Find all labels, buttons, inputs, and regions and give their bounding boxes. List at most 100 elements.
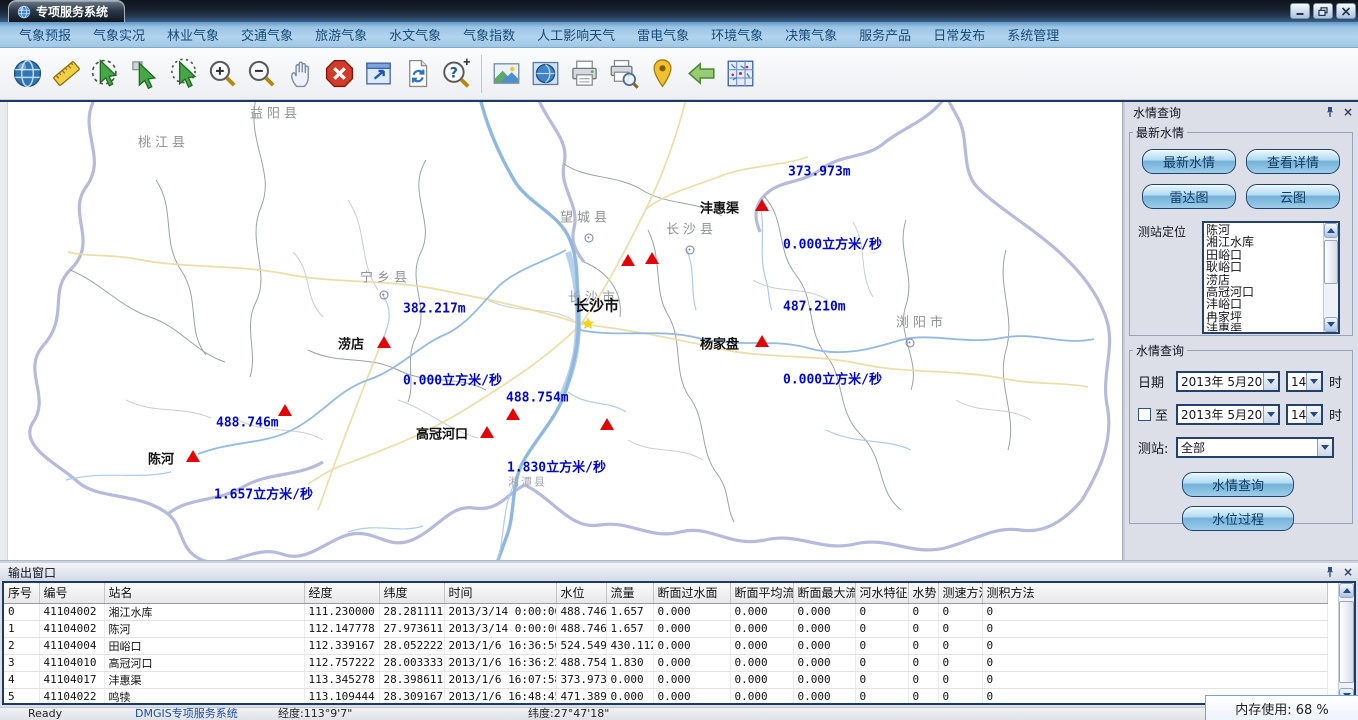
pin-icon[interactable] [1324, 106, 1336, 119]
overview-map-icon[interactable] [526, 53, 565, 95]
locate-pin-icon[interactable] [643, 53, 682, 95]
station-combo[interactable]: 全部 [1176, 437, 1334, 458]
table-scrollbar[interactable] [1338, 583, 1354, 703]
column-header[interactable]: 断面最大流 [793, 583, 855, 603]
print-icon[interactable] [565, 53, 604, 95]
station-triangle-marker[interactable] [600, 418, 614, 430]
to-checkbox[interactable] [1138, 408, 1151, 421]
table-row[interactable]: 141104002陈河112.14777827.9736112013/3/14 … [4, 620, 1327, 637]
close-button[interactable] [1336, 3, 1356, 19]
dropdown-arrow-icon[interactable] [1306, 373, 1321, 390]
menu-item-7[interactable]: 气象指数 [452, 25, 526, 44]
listbox-item[interactable]: 湘江水库 [1206, 236, 1321, 248]
grid-map-icon[interactable] [721, 53, 760, 95]
select-arrow-icon[interactable] [125, 53, 164, 95]
menu-item-8[interactable]: 人工影响天气 [526, 25, 626, 44]
panel-close-icon[interactable]: × [1342, 106, 1354, 119]
end-date-combo[interactable]: 2013年 5月20日 [1176, 404, 1280, 425]
menu-item-5[interactable]: 旅游气象 [304, 25, 378, 44]
station-triangle-marker[interactable] [278, 404, 292, 416]
scroll-down-icon[interactable] [1324, 317, 1338, 332]
column-header[interactable]: 流量 [606, 583, 653, 603]
scroll-up-icon[interactable] [1339, 583, 1354, 598]
full-extent-icon[interactable] [359, 53, 398, 95]
menu-item-13[interactable]: 日常发布 [922, 25, 996, 44]
zoom-out-icon[interactable] [242, 53, 281, 95]
refresh-page-icon[interactable] [398, 53, 437, 95]
table-row[interactable]: 541104022鸣犊113.10944428.3091672013/1/6 1… [4, 688, 1327, 705]
table-row[interactable]: 241104004田峪口112.33916728.0522222013/1/6 … [4, 637, 1327, 654]
column-header[interactable]: 水势 [908, 583, 938, 603]
select-feature-icon[interactable] [86, 53, 125, 95]
scroll-thumb[interactable] [1324, 240, 1338, 284]
print-preview-icon[interactable] [604, 53, 643, 95]
column-header[interactable]: 序号 [4, 583, 39, 603]
end-hour-combo[interactable]: 14 [1286, 404, 1323, 425]
station-triangle-marker[interactable] [755, 199, 769, 211]
station-triangle-marker[interactable] [755, 335, 769, 347]
menu-item-6[interactable]: 水文气象 [378, 25, 452, 44]
listbox-item[interactable]: 沣惠渠 [1206, 323, 1321, 331]
column-header[interactable]: 时间 [444, 583, 556, 603]
column-header[interactable]: 经度 [304, 583, 379, 603]
zoom-in-icon[interactable] [203, 53, 242, 95]
water-query-button[interactable]: 水情查询 [1182, 472, 1294, 497]
listbox-item[interactable]: 沣峪口 [1206, 298, 1321, 310]
dropdown-arrow-icon[interactable] [1263, 406, 1278, 423]
radar-image-button[interactable]: 雷达图 [1142, 184, 1236, 209]
cloud-image-button[interactable]: 云图 [1246, 184, 1340, 209]
image-export-icon[interactable] [487, 53, 526, 95]
globe-icon[interactable] [8, 53, 47, 95]
pan-hand-icon[interactable] [281, 53, 320, 95]
map-view[interactable]: 益阳县桃江县宁乡县望城县长沙县长沙市浏阳市湘潭县长沙市★涝店陈河高冠河口沣惠渠杨… [0, 102, 1122, 560]
table-row[interactable]: 041104002湘江水库111.23000028.2811112013/3/1… [4, 603, 1327, 620]
menu-item-14[interactable]: 系统管理 [996, 25, 1070, 44]
dropdown-arrow-icon[interactable] [1317, 439, 1332, 456]
menu-item-9[interactable]: 雷电气象 [626, 25, 700, 44]
menu-item-1[interactable]: 气象预报 [8, 25, 82, 44]
column-header[interactable]: 纬度 [379, 583, 444, 603]
back-arrow-icon[interactable] [682, 53, 721, 95]
table-row[interactable]: 341104010高冠河口112.75722228.0033332013/1/6… [4, 654, 1327, 671]
water-level-process-button[interactable]: 水位过程 [1182, 506, 1294, 531]
station-listbox[interactable]: 陈河湘江水库田峪口耿峪口涝店高冠河口沣峪口冉家坪沣惠渠 [1202, 221, 1340, 334]
scroll-thumb[interactable] [1339, 601, 1354, 683]
column-header[interactable]: 测积方法 [982, 583, 1327, 603]
menu-item-10[interactable]: 环境气象 [700, 25, 774, 44]
column-header[interactable]: 站名 [104, 583, 304, 603]
menu-item-3[interactable]: 林业气象 [156, 25, 230, 44]
station-triangle-marker[interactable] [621, 254, 635, 266]
column-header[interactable]: 编号 [39, 583, 104, 603]
minimize-button[interactable] [1290, 3, 1310, 19]
start-date-combo[interactable]: 2013年 5月20日 [1176, 371, 1280, 392]
dropdown-arrow-icon[interactable] [1263, 373, 1278, 390]
station-triangle-marker[interactable] [377, 336, 391, 348]
dropdown-arrow-icon[interactable] [1306, 406, 1321, 423]
station-triangle-marker[interactable] [480, 426, 494, 438]
measure-icon[interactable] [47, 53, 86, 95]
identify-zoom-icon[interactable]: ? [437, 53, 476, 95]
menu-item-12[interactable]: 服务产品 [848, 25, 922, 44]
menu-item-4[interactable]: 交通气象 [230, 25, 304, 44]
column-header[interactable]: 断面平均流 [730, 583, 793, 603]
start-hour-combo[interactable]: 14 [1286, 371, 1323, 392]
station-triangle-marker[interactable] [506, 408, 520, 420]
column-header[interactable]: 水位 [556, 583, 606, 603]
latest-water-button[interactable]: 最新水情 [1142, 149, 1236, 174]
stop-icon[interactable] [320, 53, 359, 95]
column-header[interactable]: 断面过水面 [653, 583, 730, 603]
column-header[interactable]: 河水特征码 [855, 583, 908, 603]
station-triangle-marker[interactable] [186, 450, 200, 462]
table-row[interactable]: 441104017沣惠渠113.34527828.3986112013/1/6 … [4, 671, 1327, 688]
lasso-select-icon[interactable] [164, 53, 203, 95]
listbox-scrollbar[interactable] [1323, 223, 1338, 332]
panel-close-icon[interactable]: × [1342, 566, 1354, 579]
pin-icon[interactable] [1324, 566, 1336, 579]
restore-button[interactable] [1313, 3, 1333, 19]
listbox-item[interactable]: 耿峪口 [1206, 261, 1321, 273]
menu-item-11[interactable]: 决策气象 [774, 25, 848, 44]
scroll-up-icon[interactable] [1324, 223, 1338, 238]
column-header[interactable]: 测速方法 [938, 583, 982, 603]
station-triangle-marker[interactable] [645, 252, 659, 264]
view-details-button[interactable]: 查看详情 [1246, 149, 1340, 174]
